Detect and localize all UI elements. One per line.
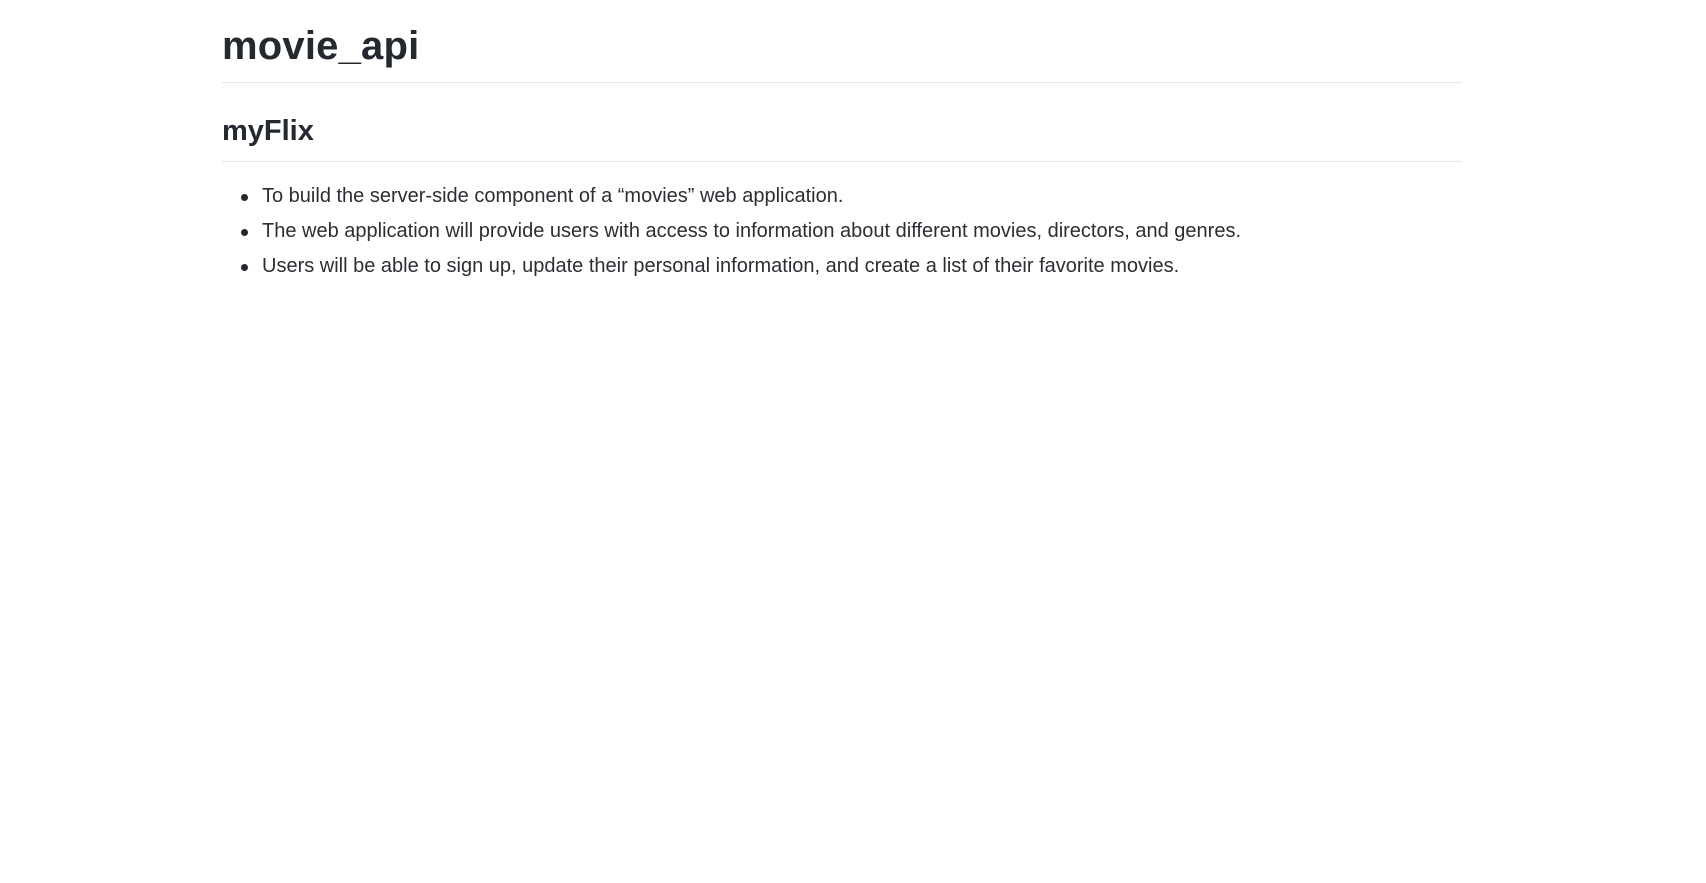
list-item-text: Users will be able to sign up, update th…: [262, 255, 1180, 277]
list-item: To build the server-side component of a …: [241, 184, 1462, 209]
list-item-text: To build the server-side component of a …: [262, 185, 844, 207]
bullet-icon: [241, 229, 248, 236]
page-title: movie_api: [222, 24, 420, 68]
list-item: The web application will provide users w…: [241, 219, 1462, 244]
list-item-text: The web application will provide users w…: [262, 220, 1242, 242]
bullet-icon: [241, 194, 248, 201]
section-heading: myFlix: [222, 115, 314, 147]
readme-content: movie_api myFlix To build the server-sid…: [222, 0, 1462, 289]
section-divider: [222, 161, 1462, 162]
list-item: Users will be able to sign up, update th…: [241, 254, 1462, 279]
bullet-icon: [241, 264, 248, 271]
bullet-list: To build the server-side component of a …: [222, 184, 1462, 279]
